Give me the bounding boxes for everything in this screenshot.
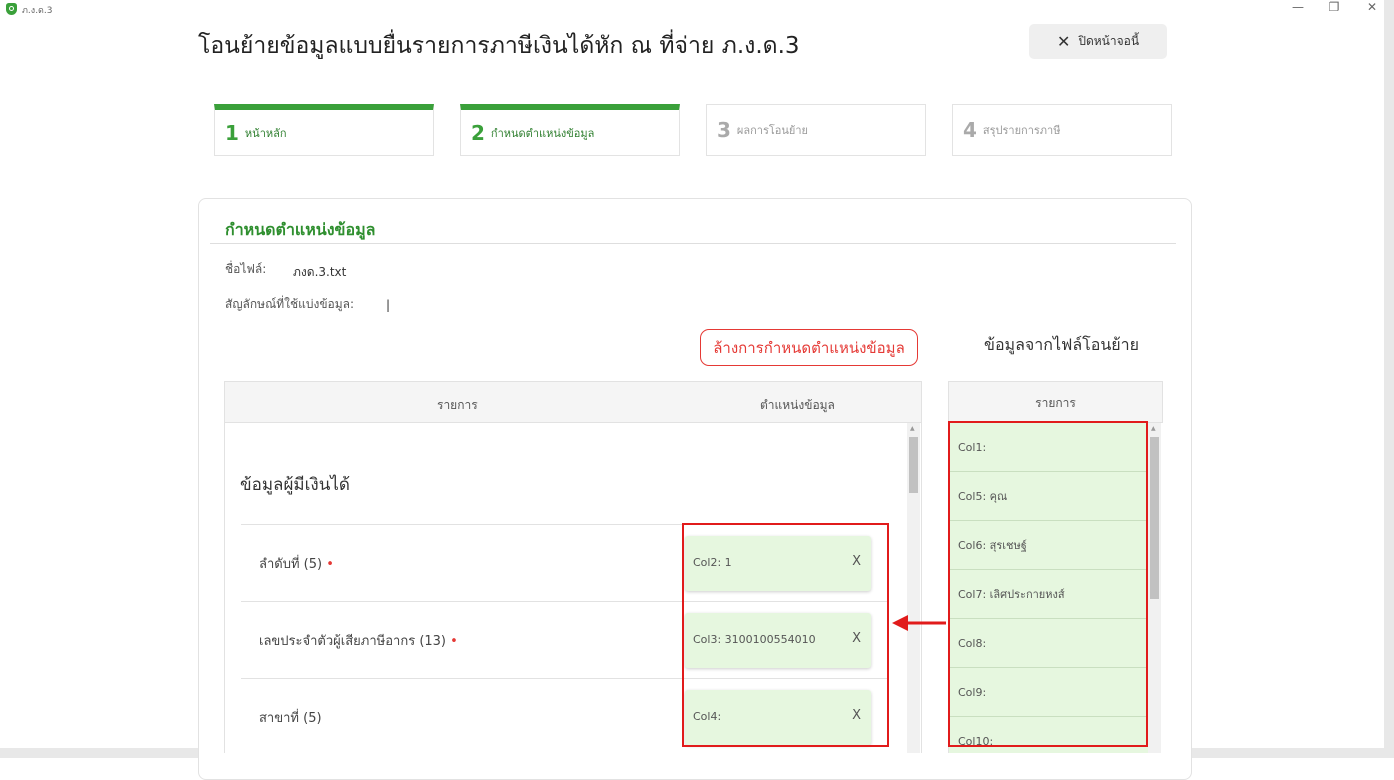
column-slot-value: Col4: bbox=[693, 710, 722, 723]
mapping-table-header: รายการ ตำแหน่งข้อมูล bbox=[224, 381, 922, 423]
scrollbar-thumb[interactable] bbox=[909, 437, 918, 493]
delimiter-label: สัญลักษณ์ที่ใช้แบ่งข้อมูล: bbox=[225, 297, 355, 311]
minimize-button[interactable]: — bbox=[1286, 0, 1310, 14]
source-scrollbar[interactable]: ▲ bbox=[1148, 423, 1161, 753]
column-slot-branch[interactable]: Col4: X bbox=[685, 690, 871, 745]
source-column-list: Col1: Col5: คุณ Col6: สุรเชษฐ์ Col7: เลิ… bbox=[948, 423, 1148, 753]
close-icon: ✕ bbox=[1056, 32, 1071, 51]
source-item[interactable]: Col6: สุรเชษฐ์ bbox=[949, 521, 1148, 570]
source-item[interactable]: Col10: bbox=[949, 717, 1148, 753]
required-marker: • bbox=[450, 634, 458, 649]
remove-mapping-button[interactable]: X bbox=[852, 631, 861, 646]
drag-direction-arrow-icon bbox=[892, 615, 946, 631]
window-title: ภ.ง.ด.3 bbox=[22, 6, 53, 16]
step-tax-summary[interactable]: 4 สรุปรายการภาษี bbox=[952, 104, 1172, 156]
step-main[interactable]: 1 หน้าหลัก bbox=[214, 104, 434, 156]
remove-mapping-button[interactable]: X bbox=[852, 708, 861, 723]
step-transfer-result[interactable]: 3 ผลการโอนย้าย bbox=[706, 104, 926, 156]
column-slot-value: Col2: 1 bbox=[693, 556, 732, 569]
column-slot-sequence[interactable]: Col2: 1 X bbox=[685, 536, 871, 591]
window-close-button[interactable]: ✕ bbox=[1360, 0, 1384, 14]
header-position: ตำแหน่งข้อมูล bbox=[760, 398, 835, 412]
source-item[interactable]: Col5: คุณ bbox=[949, 472, 1148, 521]
step-number: 2 bbox=[471, 120, 485, 145]
source-item[interactable]: Col7: เลิศประกายหงส์ bbox=[949, 570, 1148, 619]
scroll-up-arrow-icon[interactable]: ▲ bbox=[910, 425, 915, 432]
remove-mapping-button[interactable]: X bbox=[852, 554, 861, 569]
app-shield-icon bbox=[6, 3, 17, 15]
scroll-up-arrow-icon[interactable]: ▲ bbox=[1151, 425, 1156, 432]
source-item[interactable]: Col1: bbox=[949, 423, 1148, 472]
page-title: โอนย้ายข้อมูลแบบยื่นรายการภาษีเงินได้หัก… bbox=[198, 33, 800, 59]
file-name-label: ชื่อไฟล์: bbox=[225, 262, 267, 276]
source-table-header: รายการ bbox=[948, 381, 1163, 423]
section-divider bbox=[210, 243, 1176, 244]
column-slot-tax-id[interactable]: Col3: 3100100554010 X bbox=[685, 613, 871, 668]
clear-mapping-button[interactable]: ล้างการกำหนดตำแหน่งข้อมูล bbox=[700, 329, 918, 366]
step-number: 1 bbox=[225, 120, 239, 145]
step-data-position[interactable]: 2 กำหนดตำแหน่งข้อมูล bbox=[460, 104, 680, 156]
field-row-sequence: ลำดับที่ (5) • Col2: 1 X bbox=[241, 524, 889, 601]
required-marker: • bbox=[326, 557, 334, 572]
step-label: หน้าหลัก bbox=[244, 126, 287, 140]
window-edge bbox=[1384, 0, 1394, 758]
delimiter-value: | bbox=[386, 298, 391, 312]
source-item[interactable]: Col8: bbox=[949, 619, 1148, 668]
column-slot-value: Col3: 3100100554010 bbox=[693, 633, 816, 646]
field-row-branch: สาขาที่ (5) Col4: X bbox=[241, 678, 889, 753]
field-label-tax-id: เลขประจำตัวผู้เสียภาษีอากร (13) • bbox=[259, 634, 458, 649]
field-label-sequence: ลำดับที่ (5) • bbox=[259, 557, 334, 572]
group-title: ข้อมูลผู้มีเงินได้ bbox=[240, 475, 350, 495]
step-label: สรุปรายการภาษี bbox=[982, 124, 1061, 137]
mapping-scrollbar[interactable]: ▲ bbox=[907, 423, 920, 753]
source-item[interactable]: Col9: bbox=[949, 668, 1148, 717]
step-label: กำหนดตำแหน่งข้อมูล bbox=[490, 126, 595, 140]
field-row-tax-id: เลขประจำตัวผู้เสียภาษีอากร (13) • Col3: … bbox=[241, 601, 889, 678]
step-label: ผลการโอนย้าย bbox=[736, 124, 808, 137]
restore-button[interactable]: ❐ bbox=[1322, 0, 1346, 14]
mapping-table-body: ข้อมูลผู้มีเงินได้ ลำดับที่ (5) • Col2: … bbox=[224, 423, 922, 753]
scrollbar-thumb[interactable] bbox=[1150, 437, 1159, 599]
file-name-value: ภงด.3.txt bbox=[293, 265, 347, 279]
step-number: 4 bbox=[963, 118, 977, 142]
header-item: รายการ bbox=[437, 398, 478, 412]
field-label-branch: สาขาที่ (5) bbox=[259, 711, 322, 726]
close-screen-label: ปิดหน้าจอนี้ bbox=[1078, 34, 1140, 48]
source-data-title: ข้อมูลจากไฟล์โอนย้าย bbox=[984, 335, 1139, 354]
step-number: 3 bbox=[717, 118, 731, 142]
close-screen-button[interactable]: ✕ ปิดหน้าจอนี้ bbox=[1029, 24, 1167, 59]
section-title: กำหนดตำแหน่งข้อมูล bbox=[225, 220, 376, 239]
